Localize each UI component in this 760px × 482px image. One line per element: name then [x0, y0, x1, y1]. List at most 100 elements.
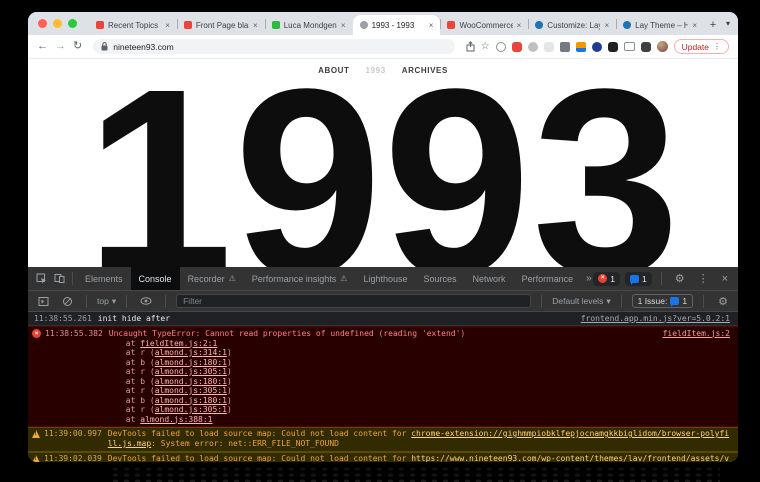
forward-button[interactable]: → — [55, 41, 66, 52]
screenshot-extension-icon[interactable] — [560, 42, 570, 52]
stack-link[interactable]: almond.js:305:1 — [155, 386, 227, 395]
stack-frame: at b (almond.js:180:1) — [126, 377, 655, 387]
warning-pre: DevTools failed to load source map: Coul… — [108, 454, 411, 462]
address-bar[interactable]: nineteen93.com — [93, 39, 454, 54]
bookmark-star-icon[interactable]: ☆ — [481, 42, 490, 52]
error-count-badge[interactable]: 1 — [593, 272, 620, 286]
stack-link[interactable]: almond.js:314:1 — [155, 348, 227, 357]
new-tab-button[interactable]: + — [704, 19, 722, 31]
caret-down-icon: ▾ — [112, 296, 116, 307]
divider — [72, 272, 73, 285]
console-filter-input[interactable] — [176, 294, 531, 308]
browser-tab-1993-active[interactable]: 1993 - 1993 × — [353, 15, 441, 35]
warning-pre: DevTools failed to load source map: Coul… — [108, 429, 411, 438]
stack-link[interactable]: almond.js:305:1 — [155, 405, 227, 414]
devtools-tab-sources[interactable]: Sources — [416, 267, 465, 290]
back-button[interactable]: ← — [37, 41, 48, 52]
reload-button[interactable]: ↻ — [73, 41, 82, 52]
source-link[interactable]: frontend.app.min.js?ver=5.0.2:1 — [581, 314, 730, 324]
levels-label: Default levels — [552, 296, 603, 306]
divider — [541, 295, 542, 308]
devtools-settings-gear-icon[interactable]: ⚙ — [671, 272, 689, 285]
share-icon[interactable] — [466, 41, 475, 52]
inspect-element-icon[interactable] — [32, 273, 50, 284]
browser-tab-luca-mondgenast[interactable]: Luca Mondgenast – Visuelle × — [265, 15, 353, 35]
update-button[interactable]: Update ⋮ — [674, 39, 729, 54]
browser-tab-woocommerce[interactable]: WooCommerce: product qu × — [440, 15, 528, 35]
source-link[interactable]: fieldItem.js:2 — [663, 329, 730, 339]
divider — [86, 295, 87, 308]
clear-console-icon[interactable] — [58, 296, 76, 307]
stack-link[interactable]: almond.js:388:1 — [140, 415, 212, 424]
device-toolbar-icon[interactable] — [50, 273, 68, 284]
extension-icon-pale[interactable] — [544, 42, 554, 52]
extensions-puzzle-icon[interactable] — [608, 42, 618, 52]
warning-text: DevTools failed to load source map: Coul… — [108, 429, 730, 449]
console-sidebar-icon[interactable] — [34, 296, 52, 307]
extension-icon-orange[interactable] — [576, 42, 586, 52]
console-settings-gear-icon[interactable]: ⚙ — [714, 295, 732, 308]
update-kebab-icon: ⋮ — [713, 42, 721, 51]
error-icon — [32, 329, 41, 338]
stack-post: ) — [227, 377, 232, 386]
error-count: 1 — [610, 274, 615, 284]
tab-close-icon[interactable]: × — [517, 21, 522, 30]
devtools-close-icon[interactable]: × — [718, 273, 732, 285]
profile-avatar[interactable] — [657, 41, 668, 52]
tab-overflow-chevron-icon[interactable]: ▾ — [726, 19, 732, 28]
browser-tab-lay-theme[interactable]: Lay Theme – Heart Top × — [616, 15, 704, 35]
minimize-window-button[interactable] — [53, 19, 62, 28]
devtools-tab-network[interactable]: Network — [465, 267, 514, 290]
window-controls — [38, 19, 77, 28]
stack-link[interactable]: almond.js:180:1 — [155, 377, 227, 386]
devtools-tab-recorder[interactable]: Recorder⚠ — [180, 267, 244, 290]
devtools-tab-console-selected[interactable]: Console — [131, 267, 180, 290]
error-timestamp: 11:38:55.382 — [45, 329, 103, 339]
sidebar-panel-icon[interactable] — [641, 42, 651, 52]
wordpress-favicon — [623, 21, 631, 29]
tab-close-icon[interactable]: × — [692, 21, 697, 30]
tab-close-icon[interactable]: × — [604, 21, 609, 30]
stack-pre: at — [126, 415, 140, 424]
tab-close-icon[interactable]: × — [165, 21, 170, 30]
tab-title: Luca Mondgenast – Visuelle — [284, 21, 337, 30]
browser-tab-recent-topics[interactable]: Recent Topics | Lay Theme F × — [89, 15, 177, 35]
tab-close-icon[interactable]: × — [341, 21, 346, 30]
extension-icon-navy[interactable] — [592, 42, 602, 52]
stack-link[interactable]: almond.js:305:1 — [155, 367, 227, 376]
stack-link[interactable]: fieldItem.js:2:1 — [140, 339, 217, 348]
stack-frame: at fieldItem.js:2:1 — [126, 339, 655, 349]
stack-link[interactable]: almond.js:180:1 — [155, 358, 227, 367]
close-window-button[interactable] — [38, 19, 47, 28]
extension-icon-gray[interactable] — [528, 42, 538, 52]
stack-link[interactable]: almond.js:180:1 — [155, 396, 227, 405]
devtools-tab-performance-insights[interactable]: Performance insights⚠ — [244, 267, 356, 290]
browser-tab-customize[interactable]: Customize: Lay Theme – Ho × — [528, 15, 616, 35]
cast-icon[interactable] — [624, 42, 635, 51]
hero-title-1993: 1993 — [28, 59, 738, 267]
stack-post: ) — [227, 405, 232, 414]
devtools-tab-elements[interactable]: Elements — [77, 267, 131, 290]
more-tabs-icon[interactable]: » — [581, 267, 593, 290]
live-expression-eye-icon[interactable] — [137, 297, 155, 305]
javascript-context-selector[interactable]: top ▾ — [97, 296, 116, 307]
devtools-kebab-menu-icon[interactable]: ⋮ — [694, 272, 713, 285]
issue-count-badge[interactable]: 1 — [625, 272, 652, 286]
devtools-tab-lighthouse[interactable]: Lighthouse — [355, 267, 415, 290]
adblock-extension-icon[interactable] — [512, 42, 522, 52]
devtools-tab-performance[interactable]: Performance — [514, 267, 582, 290]
lay-theme-favicon — [96, 21, 104, 29]
tab-close-icon[interactable]: × — [429, 21, 434, 30]
stack-frame: at r (almond.js:305:1) — [126, 386, 655, 396]
console-warning-message: 11:39:00.997 DevTools failed to load sou… — [28, 427, 738, 452]
log-levels-dropdown[interactable]: Default levels ▾ — [552, 296, 610, 307]
stack-pre: at b ( — [126, 358, 155, 367]
error-body: Uncaught TypeError: Cannot read properti… — [109, 329, 655, 425]
browser-tab-front-page[interactable]: Front Page blank | Lay Them × — [177, 15, 265, 35]
lock-icon — [101, 42, 108, 51]
fullscreen-window-button[interactable] — [68, 19, 77, 28]
issues-button[interactable]: 1 Issue: 1 — [632, 294, 694, 308]
warning-icon: ⚠ — [229, 274, 236, 283]
tab-close-icon[interactable]: × — [253, 21, 258, 30]
history-extension-icon[interactable] — [496, 42, 506, 52]
